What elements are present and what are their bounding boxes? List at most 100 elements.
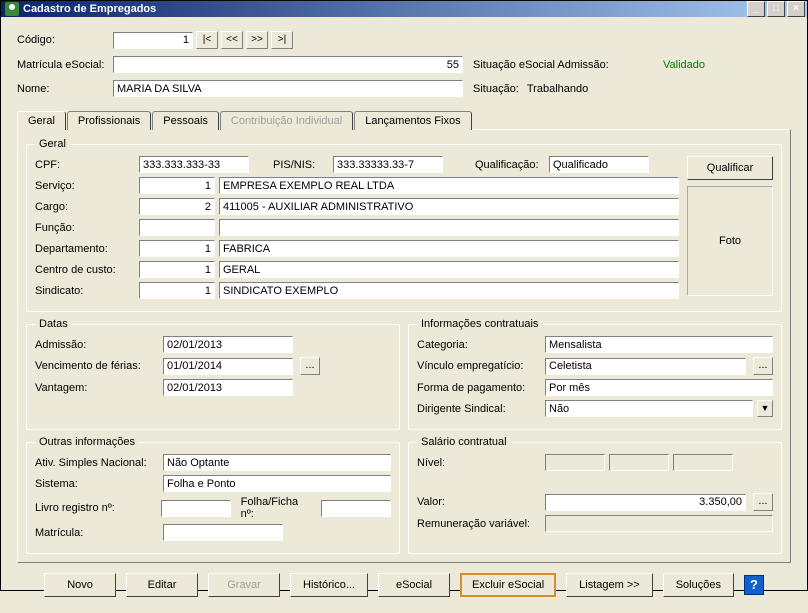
window-frame: Cadastro de Empregados _ □ × Código: |< … bbox=[0, 0, 808, 591]
editar-button[interactable]: Editar bbox=[126, 573, 198, 597]
vinculo-picker[interactable]: ... bbox=[753, 357, 773, 375]
foto-box[interactable]: Foto bbox=[687, 186, 773, 296]
funcao-label: Função: bbox=[35, 222, 135, 234]
cargo-label: Cargo: bbox=[35, 201, 135, 213]
sindicato-code-input[interactable] bbox=[139, 282, 215, 299]
nivel-input-3[interactable] bbox=[673, 454, 733, 471]
forma-pagamento-label: Forma de pagamento: bbox=[417, 382, 541, 394]
nav-prev-button[interactable]: << bbox=[221, 31, 243, 49]
servico-label: Serviço: bbox=[35, 180, 135, 192]
admissao-label: Admissão: bbox=[35, 339, 159, 351]
vencimento-ferias-input[interactable] bbox=[163, 358, 293, 375]
datas-legend: Datas bbox=[35, 318, 72, 330]
departamento-desc-input[interactable] bbox=[219, 240, 679, 257]
funcao-desc-input[interactable] bbox=[219, 219, 679, 236]
close-button[interactable]: × bbox=[787, 1, 805, 17]
dirigente-sindical-input[interactable] bbox=[545, 400, 753, 417]
salario-group: Salário contratual Nível: Valor: ... bbox=[408, 436, 782, 554]
codigo-label: Código: bbox=[17, 34, 113, 46]
tab-contribuicao: Contribuição Individual bbox=[220, 111, 353, 130]
nivel-input-1[interactable] bbox=[545, 454, 605, 471]
centro-custo-label: Centro de custo: bbox=[35, 264, 135, 276]
categoria-input[interactable] bbox=[545, 336, 773, 353]
salario-legend: Salário contratual bbox=[417, 436, 511, 448]
qualificar-button[interactable]: Qualificar bbox=[687, 156, 773, 180]
vencimento-ferias-label: Vencimento de férias: bbox=[35, 360, 159, 372]
nivel-input-2[interactable] bbox=[609, 454, 669, 471]
sistema-input[interactable] bbox=[163, 475, 391, 492]
centro-custo-desc-input[interactable] bbox=[219, 261, 679, 278]
simples-nacional-input[interactable] bbox=[163, 454, 391, 471]
dirigente-sindical-label: Dirigente Sindical: bbox=[417, 403, 541, 415]
matricula-input[interactable] bbox=[163, 524, 283, 541]
remuneracao-variavel-label: Remuneração variável: bbox=[417, 518, 541, 530]
tab-profissionais[interactable]: Profissionais bbox=[67, 111, 151, 130]
vencimento-ferias-picker[interactable]: ... bbox=[300, 357, 320, 375]
info-contratuais-group: Informações contratuais Categoria: Víncu… bbox=[408, 318, 782, 430]
cargo-code-input[interactable] bbox=[139, 198, 215, 215]
solucoes-button[interactable]: Soluções bbox=[663, 573, 734, 597]
nav-last-button[interactable]: >| bbox=[271, 31, 293, 49]
valor-picker[interactable]: ... bbox=[753, 493, 773, 511]
vinculo-input[interactable] bbox=[545, 358, 746, 375]
matricula-esocial-label: Matrícula eSocial: bbox=[17, 59, 113, 71]
outras-info-legend: Outras informações bbox=[35, 436, 139, 448]
cpf-input[interactable] bbox=[139, 156, 249, 173]
categoria-label: Categoria: bbox=[417, 339, 541, 351]
info-contratuais-legend: Informações contratuais bbox=[417, 318, 542, 330]
forma-pagamento-input[interactable] bbox=[545, 379, 773, 396]
qualificacao-input[interactable] bbox=[549, 156, 649, 173]
footer-buttons: Novo Editar Gravar Histórico... eSocial … bbox=[17, 563, 791, 605]
servico-desc-input[interactable] bbox=[219, 177, 679, 194]
sindicato-label: Sindicato: bbox=[35, 285, 135, 297]
nivel-label: Nível: bbox=[417, 457, 541, 469]
nome-input[interactable] bbox=[113, 80, 463, 97]
tab-lancamentos[interactable]: Lançamentos Fixos bbox=[354, 111, 471, 130]
historico-button[interactable]: Histórico... bbox=[290, 573, 368, 597]
folha-ficha-input[interactable] bbox=[321, 500, 391, 517]
nav-first-button[interactable]: |< bbox=[196, 31, 218, 49]
funcao-code-input[interactable] bbox=[139, 219, 215, 236]
novo-button[interactable]: Novo bbox=[44, 573, 116, 597]
cargo-desc-input[interactable] bbox=[219, 198, 679, 215]
window-title: Cadastro de Empregados bbox=[23, 3, 745, 15]
listagem-button[interactable]: Listagem >> bbox=[566, 573, 653, 597]
valor-input[interactable] bbox=[545, 494, 746, 511]
maximize-button[interactable]: □ bbox=[767, 1, 785, 17]
tab-geral[interactable]: Geral bbox=[17, 111, 66, 130]
livro-registro-label: Livro registro nº: bbox=[35, 502, 157, 514]
tab-panel-geral: Geral CPF: PIS/NIS: Qualificação: Serviç bbox=[17, 129, 791, 563]
help-icon[interactable]: ? bbox=[744, 575, 764, 595]
foto-label: Foto bbox=[719, 235, 741, 247]
admissao-input[interactable] bbox=[163, 336, 293, 353]
app-icon bbox=[5, 2, 19, 16]
cpf-label: CPF: bbox=[35, 159, 135, 171]
nav-next-button[interactable]: >> bbox=[246, 31, 268, 49]
sistema-label: Sistema: bbox=[35, 478, 159, 490]
codigo-input[interactable] bbox=[113, 32, 193, 49]
geral-legend: Geral bbox=[35, 138, 70, 150]
centro-custo-code-input[interactable] bbox=[139, 261, 215, 278]
esocial-button[interactable]: eSocial bbox=[378, 573, 450, 597]
sindicato-desc-input[interactable] bbox=[219, 282, 679, 299]
valor-label: Valor: bbox=[417, 496, 541, 508]
qualificacao-label: Qualificação: bbox=[475, 159, 545, 171]
minimize-button[interactable]: _ bbox=[747, 1, 765, 17]
datas-group: Datas Admissão: Vencimento de férias: ..… bbox=[26, 318, 400, 430]
remuneracao-variavel-input[interactable] bbox=[545, 515, 773, 532]
gravar-button: Gravar bbox=[208, 573, 280, 597]
departamento-code-input[interactable] bbox=[139, 240, 215, 257]
dirigente-sindical-dropdown[interactable]: ▼ bbox=[757, 400, 773, 417]
excluir-esocial-button[interactable]: Excluir eSocial bbox=[460, 573, 556, 597]
vantagem-input[interactable] bbox=[163, 379, 293, 396]
vantagem-label: Vantagem: bbox=[35, 382, 159, 394]
servico-code-input[interactable] bbox=[139, 177, 215, 194]
matricula-esocial-input[interactable] bbox=[113, 56, 463, 73]
tab-strip: Geral Profissionais Pessoais Contribuiçã… bbox=[17, 110, 791, 129]
situacao-value: Trabalhando bbox=[527, 83, 588, 95]
tab-pessoais[interactable]: Pessoais bbox=[152, 111, 219, 130]
livro-registro-input[interactable] bbox=[161, 500, 231, 517]
geral-group: Geral CPF: PIS/NIS: Qualificação: Serviç bbox=[26, 138, 782, 312]
pisnis-input[interactable] bbox=[333, 156, 443, 173]
pisnis-label: PIS/NIS: bbox=[273, 159, 329, 171]
